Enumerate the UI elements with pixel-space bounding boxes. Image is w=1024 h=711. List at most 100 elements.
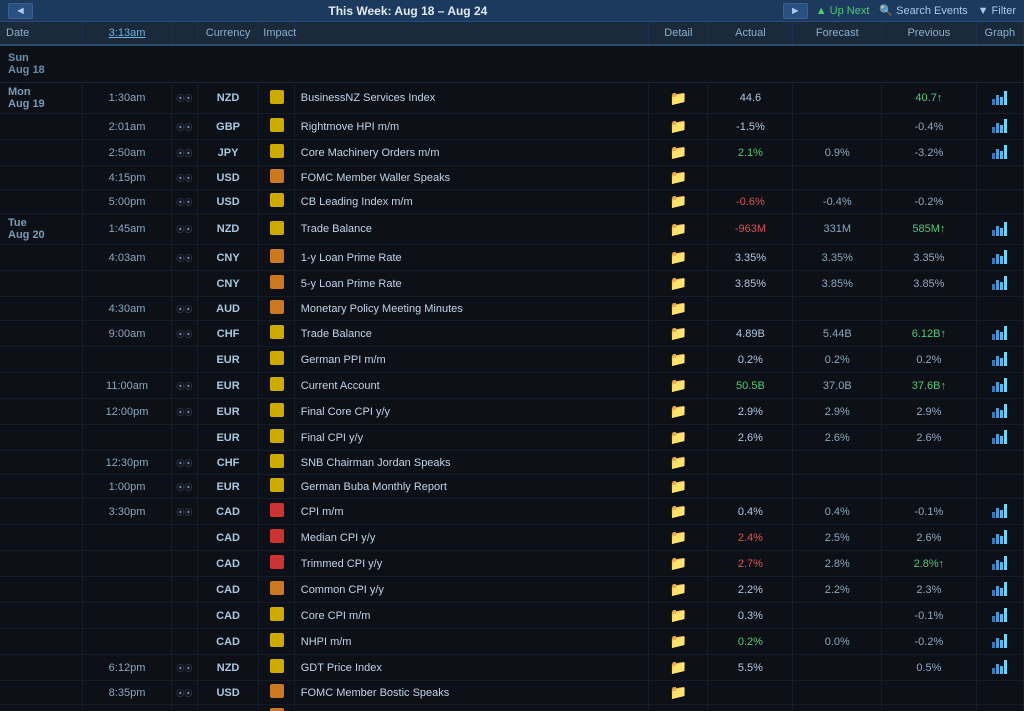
graph-icon[interactable] xyxy=(992,143,1007,159)
graph-icon[interactable] xyxy=(992,502,1007,518)
detail-folder-icon[interactable]: 📁 xyxy=(670,429,687,445)
graph-icon[interactable] xyxy=(992,528,1007,544)
graph-icon[interactable] xyxy=(992,220,1007,236)
detail-folder-icon[interactable]: 📁 xyxy=(670,90,687,106)
detail-folder-icon[interactable]: 📁 xyxy=(670,169,687,185)
graph-icon[interactable] xyxy=(992,658,1007,674)
detail-folder-icon[interactable]: 📁 xyxy=(670,607,687,623)
detail-folder-icon[interactable]: 📁 xyxy=(670,454,687,470)
graph-cell[interactable] xyxy=(976,166,1023,190)
col-time-header[interactable]: 3:13am xyxy=(83,22,172,45)
search-events-button[interactable]: 🔍 Search Events xyxy=(879,4,967,17)
detail-folder-icon[interactable]: 📁 xyxy=(670,684,687,700)
detail-folder-icon[interactable]: 📁 xyxy=(670,351,687,367)
detail-folder-icon[interactable]: 📁 xyxy=(670,529,687,545)
graph-icon[interactable] xyxy=(992,89,1007,105)
graph-cell[interactable] xyxy=(976,475,1023,499)
graph-cell[interactable] xyxy=(976,629,1023,655)
graph-cell[interactable] xyxy=(976,83,1023,114)
detail-cell[interactable]: 📁 xyxy=(649,425,708,451)
detail-cell[interactable]: 📁 xyxy=(649,681,708,705)
detail-folder-icon[interactable]: 📁 xyxy=(670,144,687,160)
detail-cell[interactable]: 📁 xyxy=(649,297,708,321)
graph-cell[interactable] xyxy=(976,577,1023,603)
detail-cell[interactable]: 📁 xyxy=(649,245,708,271)
graph-cell[interactable] xyxy=(976,399,1023,425)
detail-folder-icon[interactable]: 📁 xyxy=(670,581,687,597)
graph-cell[interactable] xyxy=(976,245,1023,271)
detail-cell[interactable]: 📁 xyxy=(649,451,708,475)
graph-cell[interactable] xyxy=(976,271,1023,297)
graph-cell[interactable] xyxy=(976,347,1023,373)
graph-cell[interactable] xyxy=(976,525,1023,551)
graph-icon[interactable] xyxy=(992,350,1007,366)
graph-icon[interactable] xyxy=(992,274,1007,290)
graph-cell[interactable] xyxy=(976,451,1023,475)
detail-folder-icon[interactable]: 📁 xyxy=(670,118,687,134)
graph-icon[interactable] xyxy=(992,632,1007,648)
graph-cell[interactable] xyxy=(976,655,1023,681)
graph-cell[interactable] xyxy=(976,321,1023,347)
graph-cell[interactable] xyxy=(976,140,1023,166)
detail-cell[interactable]: 📁 xyxy=(649,577,708,603)
detail-folder-icon[interactable]: 📁 xyxy=(670,478,687,494)
graph-cell[interactable] xyxy=(976,499,1023,525)
detail-folder-icon[interactable]: 📁 xyxy=(670,193,687,209)
graph-cell[interactable] xyxy=(976,425,1023,451)
detail-folder-icon[interactable]: 📁 xyxy=(670,249,687,265)
detail-cell[interactable]: 📁 xyxy=(649,347,708,373)
graph-cell[interactable] xyxy=(976,603,1023,629)
detail-folder-icon[interactable]: 📁 xyxy=(670,221,687,237)
detail-folder-icon[interactable]: 📁 xyxy=(670,503,687,519)
detail-cell[interactable]: 📁 xyxy=(649,114,708,140)
graph-cell[interactable] xyxy=(976,551,1023,577)
graph-cell[interactable] xyxy=(976,297,1023,321)
detail-cell[interactable]: 📁 xyxy=(649,83,708,114)
detail-cell[interactable]: 📁 xyxy=(649,271,708,297)
prev-week-button[interactable]: ◄ xyxy=(8,3,33,19)
graph-icon[interactable] xyxy=(992,376,1007,392)
graph-icon[interactable] xyxy=(992,117,1007,133)
graph-icon[interactable] xyxy=(992,580,1007,596)
detail-folder-icon[interactable]: 📁 xyxy=(670,325,687,341)
detail-cell[interactable]: 📁 xyxy=(649,475,708,499)
detail-cell[interactable]: 📁 xyxy=(649,190,708,214)
detail-cell[interactable]: 📁 xyxy=(649,499,708,525)
detail-cell[interactable]: 📁 xyxy=(649,214,708,245)
next-week-button[interactable]: ► xyxy=(783,3,808,19)
graph-cell[interactable] xyxy=(976,373,1023,399)
detail-folder-icon[interactable]: 📁 xyxy=(670,659,687,675)
graph-icon[interactable] xyxy=(992,606,1007,622)
detail-cell[interactable]: 📁 xyxy=(649,321,708,347)
detail-cell[interactable]: 📁 xyxy=(649,705,708,711)
detail-cell[interactable]: 📁 xyxy=(649,399,708,425)
graph-icon[interactable] xyxy=(992,554,1007,570)
detail-cell[interactable]: 📁 xyxy=(649,551,708,577)
up-next-button[interactable]: ▲ Up Next xyxy=(816,5,870,17)
detail-folder-icon[interactable]: 📁 xyxy=(670,275,687,291)
graph-icon[interactable] xyxy=(992,248,1007,264)
graph-cell[interactable] xyxy=(976,190,1023,214)
graph-cell[interactable] xyxy=(976,681,1023,705)
detail-cell[interactable]: 📁 xyxy=(649,629,708,655)
graph-cell[interactable] xyxy=(976,214,1023,245)
event-name-cell: Current Account xyxy=(294,373,649,399)
filter-button[interactable]: ▼ Filter xyxy=(978,5,1016,17)
detail-folder-icon[interactable]: 📁 xyxy=(670,377,687,393)
detail-cell[interactable]: 📁 xyxy=(649,166,708,190)
detail-folder-icon[interactable]: 📁 xyxy=(670,403,687,419)
detail-cell[interactable]: 📁 xyxy=(649,603,708,629)
graph-cell[interactable] xyxy=(976,114,1023,140)
detail-cell[interactable]: 📁 xyxy=(649,525,708,551)
graph-icon[interactable] xyxy=(992,402,1007,418)
detail-folder-icon[interactable]: 📁 xyxy=(670,633,687,649)
graph-icon[interactable] xyxy=(992,324,1007,340)
table-header: Date 3:13am Currency Impact Detail Actua… xyxy=(0,22,1024,45)
graph-cell[interactable] xyxy=(976,705,1023,711)
detail-cell[interactable]: 📁 xyxy=(649,373,708,399)
detail-cell[interactable]: 📁 xyxy=(649,655,708,681)
graph-icon[interactable] xyxy=(992,428,1007,444)
detail-folder-icon[interactable]: 📁 xyxy=(670,300,687,316)
detail-folder-icon[interactable]: 📁 xyxy=(670,555,687,571)
detail-cell[interactable]: 📁 xyxy=(649,140,708,166)
